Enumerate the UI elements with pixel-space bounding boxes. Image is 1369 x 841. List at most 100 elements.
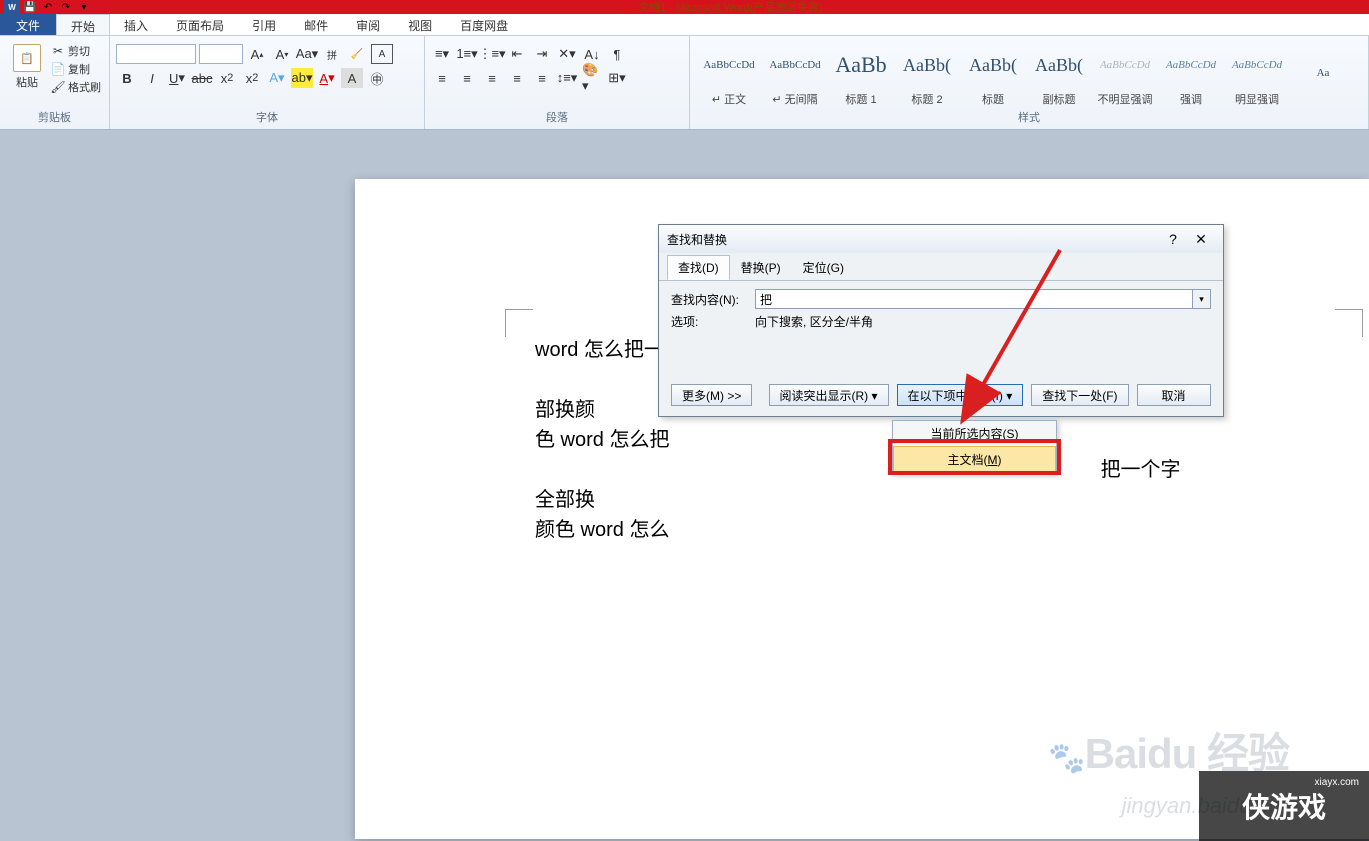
group-font-label: 字体 bbox=[116, 109, 418, 127]
redo-icon[interactable]: ↷ bbox=[58, 0, 74, 14]
char-shading-button[interactable]: A bbox=[341, 68, 363, 88]
doc-line: 颜色 word 怎么 bbox=[535, 519, 669, 541]
menu-current-selection[interactable]: 当前所选内容(S) bbox=[893, 421, 1056, 446]
style-name: 强调 bbox=[1180, 91, 1202, 107]
close-button[interactable]: ✕ bbox=[1187, 231, 1215, 248]
copy-icon: 📄 bbox=[50, 62, 66, 76]
find-in-dropdown: 当前所选内容(S) 主文档(M) bbox=[892, 420, 1057, 474]
group-styles-label: 样式 bbox=[696, 109, 1362, 127]
justify-button[interactable]: ≡ bbox=[506, 68, 528, 88]
borders-button[interactable]: ⊞▾ bbox=[606, 68, 628, 88]
find-in-button[interactable]: 在以下项中查找(I) ▾ bbox=[897, 384, 1024, 406]
multilevel-button[interactable]: ⋮≡▾ bbox=[481, 44, 503, 64]
paste-label: 粘贴 bbox=[16, 74, 38, 90]
italic-button[interactable]: I bbox=[141, 68, 163, 88]
sort-button[interactable]: A↓ bbox=[581, 44, 603, 64]
align-right-button[interactable]: ≡ bbox=[481, 68, 503, 88]
font-color-button[interactable]: A▾ bbox=[316, 68, 338, 88]
tab-baidu[interactable]: 百度网盘 bbox=[446, 14, 522, 35]
style-item[interactable]: AaBb标题 1 bbox=[828, 38, 894, 108]
style-item[interactable]: Aa bbox=[1290, 38, 1356, 108]
fmtpainter-label: 格式刷 bbox=[68, 79, 101, 95]
align-left-button[interactable]: ≡ bbox=[431, 68, 453, 88]
find-history-dropdown[interactable]: ▾ bbox=[1193, 289, 1211, 309]
word-icon: W bbox=[4, 0, 20, 14]
paste-button[interactable]: 📋 粘贴 bbox=[6, 38, 48, 90]
clear-format-button[interactable]: 🧹 bbox=[346, 44, 368, 64]
phonetic-button[interactable]: 拼 bbox=[321, 44, 343, 64]
shrink-font-button[interactable]: A▾ bbox=[271, 44, 293, 64]
style-preview: AaBbCcDd bbox=[703, 39, 754, 91]
strike-button[interactable]: abc bbox=[191, 68, 213, 88]
numbering-button[interactable]: 1≡▾ bbox=[456, 44, 478, 64]
text-effects-button[interactable]: A▾ bbox=[266, 68, 288, 88]
tab-layout[interactable]: 页面布局 bbox=[162, 14, 238, 35]
font-size-select[interactable] bbox=[199, 44, 243, 64]
tab-mailings[interactable]: 邮件 bbox=[290, 14, 342, 35]
tab-view[interactable]: 视图 bbox=[394, 14, 446, 35]
brush-icon: 🖌 bbox=[50, 80, 66, 94]
style-item[interactable]: AaBb(标题 bbox=[960, 38, 1026, 108]
style-item[interactable]: AaBb(副标题 bbox=[1026, 38, 1092, 108]
style-item[interactable]: AaBb(标题 2 bbox=[894, 38, 960, 108]
cancel-button[interactable]: 取消 bbox=[1137, 384, 1211, 406]
more-button[interactable]: 更多(M) >> bbox=[671, 384, 752, 406]
tab-file[interactable]: 文件 bbox=[0, 14, 56, 35]
cut-button[interactable]: ✂剪切 bbox=[48, 42, 103, 60]
styles-gallery[interactable]: AaBbCcDd↵ 正文AaBbCcDd↵ 无间隔AaBb标题 1AaBb(标题… bbox=[696, 38, 1356, 108]
superscript-button[interactable]: x2 bbox=[241, 68, 263, 88]
tab-insert[interactable]: 插入 bbox=[110, 14, 162, 35]
format-painter-button[interactable]: 🖌格式刷 bbox=[48, 78, 103, 96]
style-item[interactable]: AaBbCcDd不明显强调 bbox=[1092, 38, 1158, 108]
enclose-char-button[interactable]: ㊥ bbox=[366, 68, 388, 88]
style-name: ↵ 无间隔 bbox=[772, 91, 817, 107]
watermark-site: xiayx.com 侠游戏 bbox=[1199, 771, 1369, 841]
group-clipboard: 📋 粘贴 ✂剪切 📄复制 🖌格式刷 剪贴板 bbox=[0, 36, 110, 129]
line-spacing-button[interactable]: ↕≡▾ bbox=[556, 68, 578, 88]
style-item[interactable]: AaBbCcDd↵ 无间隔 bbox=[762, 38, 828, 108]
change-case-button[interactable]: Aa▾ bbox=[296, 44, 318, 64]
undo-icon[interactable]: ↶ bbox=[40, 0, 56, 14]
grow-font-button[interactable]: A▴ bbox=[246, 44, 268, 64]
font-family-select[interactable] bbox=[116, 44, 196, 64]
bullets-button[interactable]: ≡▾ bbox=[431, 44, 453, 64]
align-center-button[interactable]: ≡ bbox=[456, 68, 478, 88]
inc-indent-button[interactable]: ⇥ bbox=[531, 44, 553, 64]
help-button[interactable]: ? bbox=[1159, 231, 1187, 247]
show-marks-button[interactable]: ¶ bbox=[606, 44, 628, 64]
tab-replace[interactable]: 替换(P) bbox=[730, 255, 792, 280]
tab-find[interactable]: 查找(D) bbox=[667, 255, 730, 280]
reading-highlight-button[interactable]: 阅读突出显示(R) ▾ bbox=[769, 384, 889, 406]
style-preview: AaBbCcDd bbox=[1166, 39, 1216, 91]
copy-button[interactable]: 📄复制 bbox=[48, 60, 103, 78]
margin-corner-tl bbox=[505, 309, 533, 337]
style-item[interactable]: AaBbCcDd↵ 正文 bbox=[696, 38, 762, 108]
find-next-button[interactable]: 查找下一处(F) bbox=[1031, 384, 1128, 406]
style-item[interactable]: AaBbCcDd明显强调 bbox=[1224, 38, 1290, 108]
char-border-button[interactable]: A bbox=[371, 44, 393, 64]
underline-button[interactable]: U▾ bbox=[166, 68, 188, 88]
style-name: 不明显强调 bbox=[1098, 91, 1153, 107]
menu-main-document[interactable]: 主文档(M) bbox=[893, 446, 1056, 473]
style-preview: AaBb( bbox=[1035, 39, 1083, 91]
bold-button[interactable]: B bbox=[116, 68, 138, 88]
highlight-button[interactable]: ab▾ bbox=[291, 68, 313, 88]
subscript-button[interactable]: x2 bbox=[216, 68, 238, 88]
style-preview: AaBb bbox=[835, 39, 886, 91]
tab-references[interactable]: 引用 bbox=[238, 14, 290, 35]
dialog-titlebar[interactable]: 查找和替换 ? ✕ bbox=[659, 225, 1223, 253]
save-icon[interactable]: 💾 bbox=[22, 0, 38, 14]
cut-label: 剪切 bbox=[68, 43, 90, 59]
tab-review[interactable]: 审阅 bbox=[342, 14, 394, 35]
style-item[interactable]: AaBbCcDd强调 bbox=[1158, 38, 1224, 108]
tab-goto[interactable]: 定位(G) bbox=[792, 255, 855, 280]
asian-layout-button[interactable]: ✕▾ bbox=[556, 44, 578, 64]
qat-more-icon[interactable]: ▾ bbox=[76, 0, 92, 14]
distribute-button[interactable]: ≡ bbox=[531, 68, 553, 88]
find-input[interactable] bbox=[755, 289, 1193, 309]
margin-corner-tr bbox=[1335, 309, 1363, 337]
style-name: ↵ 正文 bbox=[712, 91, 746, 107]
shading-button[interactable]: 🎨▾ bbox=[581, 68, 603, 88]
tab-home[interactable]: 开始 bbox=[56, 14, 110, 35]
dec-indent-button[interactable]: ⇤ bbox=[506, 44, 528, 64]
